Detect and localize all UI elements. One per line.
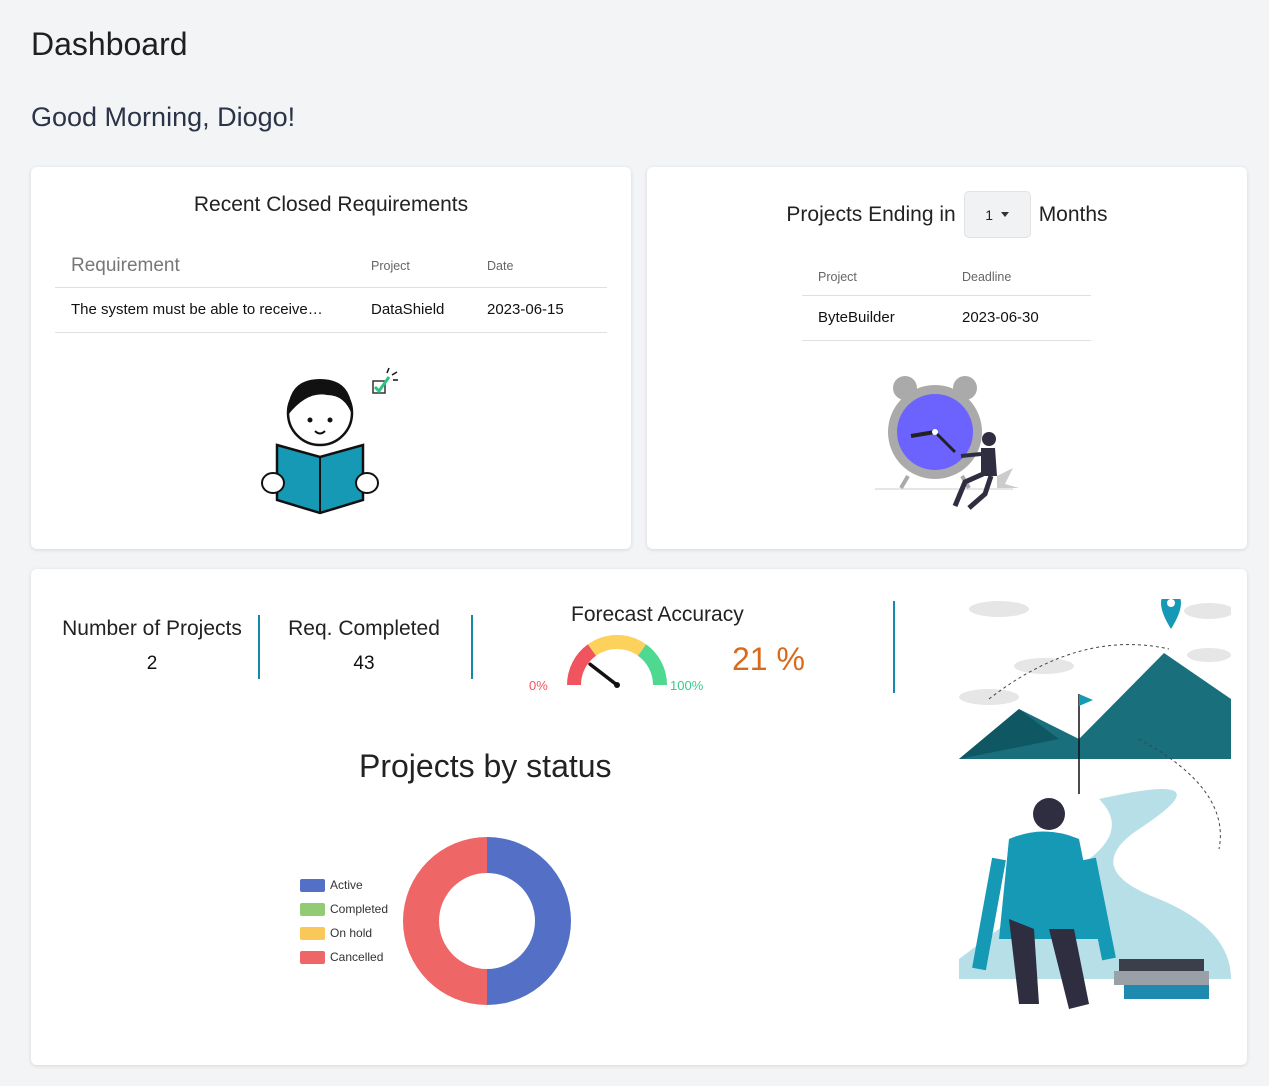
column-header-date: Date	[487, 245, 607, 288]
projects-ending-title-prefix: Projects Ending in	[786, 202, 956, 226]
legend-item[interactable]: Completed	[300, 897, 388, 921]
req-completed-stat: Req. Completed 43	[284, 617, 444, 675]
mountain-journey-illustration	[959, 599, 1231, 1009]
forecast-min-label: 0%	[529, 678, 548, 693]
projects-count-label: Number of Projects	[62, 617, 242, 640]
column-header-deadline: Deadline	[946, 259, 1091, 296]
months-select[interactable]: 1	[963, 191, 1031, 238]
stats-card: Number of Projects 2 Req. Completed 43 F…	[31, 569, 1247, 1065]
table-row[interactable]: The system must be able to receive… Data…	[55, 287, 607, 333]
deadline-cell: 2023-06-30	[946, 295, 1091, 341]
legend-swatch	[300, 902, 325, 916]
page-title: Dashboard	[31, 26, 188, 62]
legend-item[interactable]: Cancelled	[300, 945, 388, 969]
closed-requirements-card: Recent Closed Requirements Requirement P…	[31, 167, 631, 549]
projects-count-value: 2	[146, 653, 158, 674]
legend-label: Completed	[330, 902, 389, 916]
legend-item[interactable]: On hold	[300, 921, 388, 945]
column-header-project: Project	[371, 245, 487, 288]
date-cell: 2023-06-15	[487, 287, 607, 333]
closed-requirements-title: Recent Closed Requirements	[193, 193, 469, 216]
legend-item[interactable]: Active	[300, 873, 388, 897]
chevron-down-icon	[1001, 212, 1010, 217]
legend-label: Cancelled	[330, 950, 384, 964]
greeting-text: Good Morning, Diogo!	[31, 102, 296, 132]
legend-swatch	[300, 878, 325, 892]
table-row[interactable]: ByteBuilder 2023-06-30	[802, 295, 1091, 341]
months-select-value: 1	[985, 206, 994, 223]
forecast-max-label: 100%	[670, 678, 704, 693]
projects-by-status-title: Projects by status	[359, 748, 612, 784]
gauge-needle	[588, 662, 619, 687]
requirement-cell: The system must be able to receive…	[55, 287, 371, 333]
forecast-accuracy-value: 21 %	[732, 641, 805, 677]
closed-requirements-table: Requirement Project Date The system must…	[55, 245, 607, 333]
chart-legend: Active Completed On hold Cancelled	[300, 873, 388, 969]
divider	[471, 615, 473, 679]
divider	[893, 601, 895, 693]
projects-count-stat: Number of Projects 2	[60, 617, 244, 675]
legend-swatch	[300, 926, 325, 940]
legend-label: On hold	[330, 926, 373, 940]
legend-swatch	[300, 950, 325, 964]
project-cell: DataShield	[371, 287, 487, 333]
forecast-gauge	[567, 635, 667, 688]
req-completed-value: 43	[353, 653, 375, 674]
legend-label: Active	[330, 878, 363, 892]
projects-ending-title-suffix: Months	[1038, 202, 1108, 226]
reading-person-illustration	[261, 367, 398, 515]
donut-slice-active[interactable]	[487, 837, 571, 1005]
column-header-requirement: Requirement	[55, 245, 371, 288]
column-header-project: Project	[802, 259, 946, 296]
divider	[258, 615, 260, 679]
project-cell: ByteBuilder	[802, 295, 946, 341]
projects-ending-card: Projects Ending in 1 Months Project Dead…	[647, 167, 1247, 549]
donut-slice-cancelled[interactable]	[403, 837, 487, 1005]
projects-by-status-donut	[403, 837, 571, 1005]
forecast-accuracy-label: Forecast Accuracy	[571, 603, 744, 626]
req-completed-label: Req. Completed	[288, 617, 440, 640]
projects-ending-table: Project Deadline ByteBuilder 2023-06-30	[802, 259, 1091, 341]
clock-illustration	[875, 376, 1019, 510]
projects-ending-header: Projects Ending in 1 Months	[647, 191, 1247, 238]
